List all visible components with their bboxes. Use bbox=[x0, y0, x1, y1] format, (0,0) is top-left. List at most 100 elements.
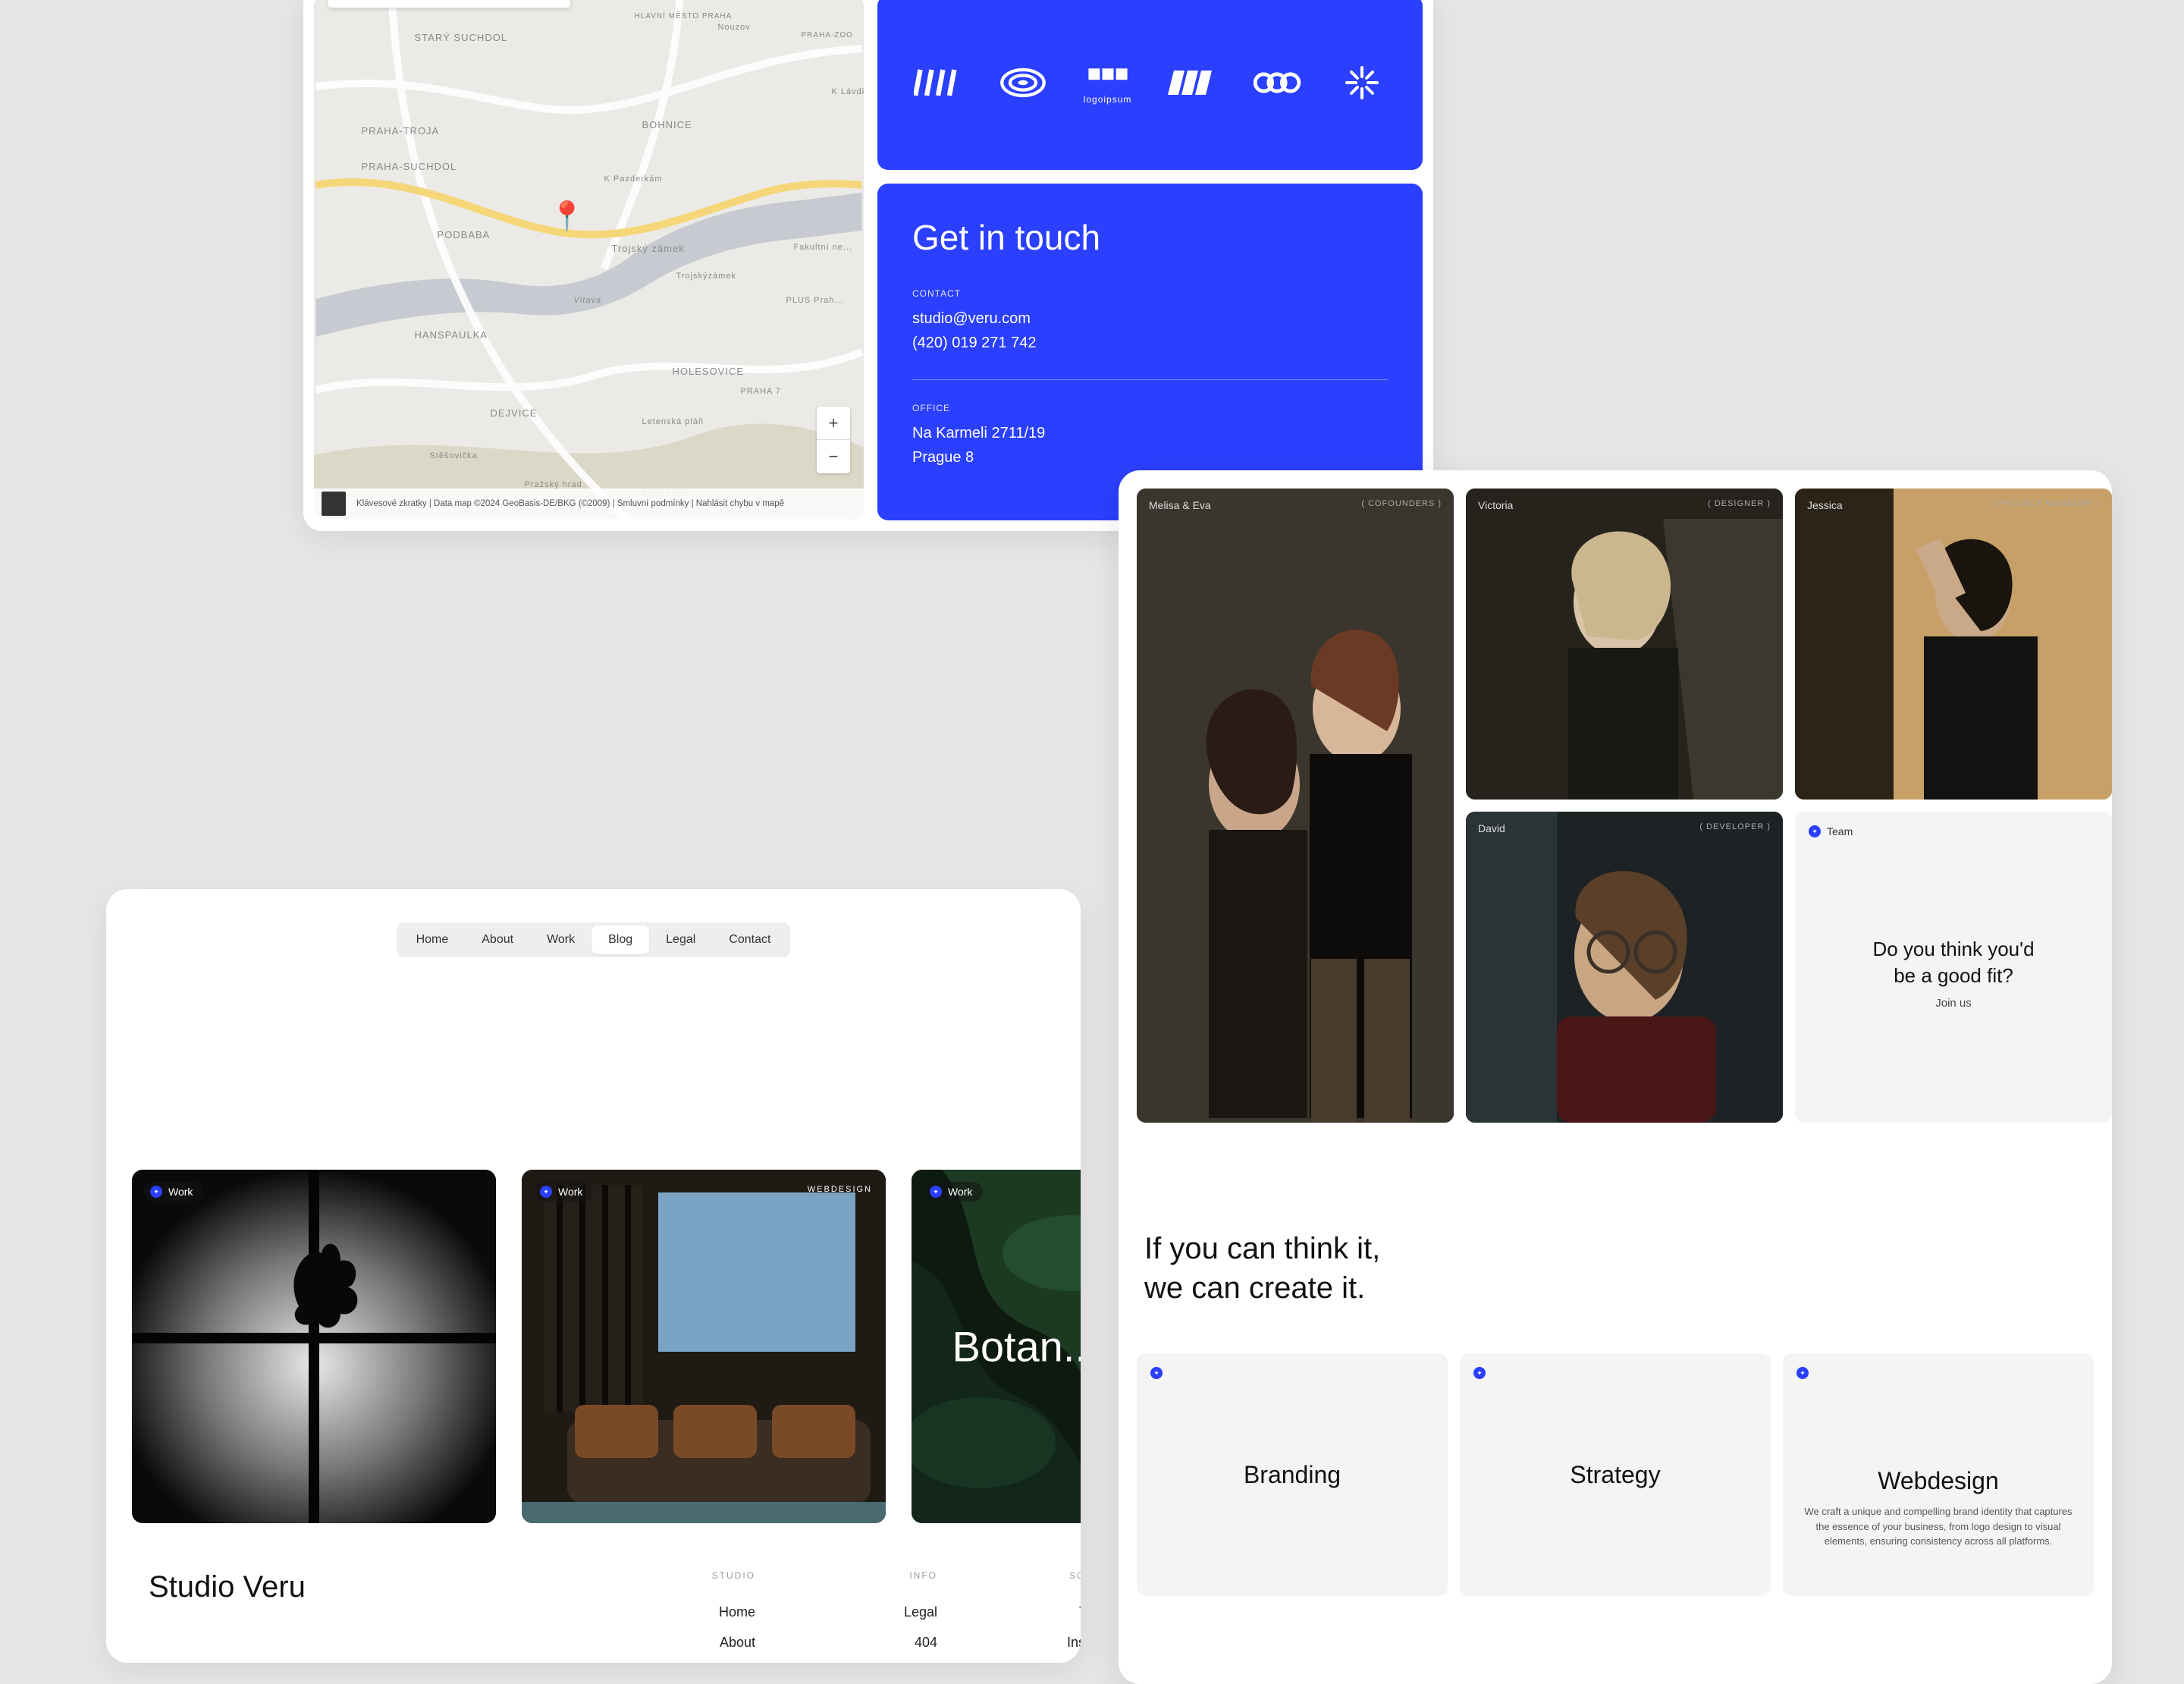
work-card[interactable]: Work bbox=[132, 1170, 496, 1523]
svg-text:PRAHA-TROJA: PRAHA-TROJA bbox=[362, 125, 440, 137]
work-card[interactable]: Work WEBDESIGN bbox=[522, 1170, 886, 1523]
zoom-out-button[interactable]: − bbox=[817, 440, 850, 473]
svg-text:PRAHA-SUCHDOL: PRAHA-SUCHDOL bbox=[362, 161, 457, 172]
nav-home[interactable]: Home bbox=[400, 925, 466, 954]
works-row: Work Work WEBDESIGN Work Botan... bbox=[106, 957, 1081, 1523]
service-title: Webdesign bbox=[1878, 1467, 1999, 1495]
footer-head-info: INFO bbox=[786, 1570, 937, 1581]
work-pill: Work bbox=[144, 1182, 203, 1202]
contact-phone[interactable]: (420) 019 271 742 bbox=[912, 331, 1388, 355]
footer-link[interactable]: Legal bbox=[786, 1598, 937, 1628]
footer-link[interactable]: 404 bbox=[786, 1628, 937, 1658]
map-address-card: 4C93+M3H Praha Trasa Zobrazit větší mapu bbox=[328, 0, 570, 8]
zoom-in-button[interactable]: + bbox=[817, 407, 850, 440]
member-role: ( COFOUNDERS ) bbox=[1361, 499, 1442, 508]
member-role: ( DESIGNER ) bbox=[1708, 499, 1771, 508]
team-member[interactable]: Jessica ( PROJECT MANAGER ) bbox=[1795, 489, 2112, 800]
work-pill: Work bbox=[534, 1182, 593, 1202]
svg-text:Trojskýzámek: Trojskýzámek bbox=[676, 272, 736, 281]
office-head: OFFICE bbox=[912, 403, 1388, 413]
team-pill: Team bbox=[1809, 825, 1853, 837]
nav-work[interactable]: Work bbox=[530, 925, 592, 954]
svg-text:STARÝ SUCHDOL: STARÝ SUCHDOL bbox=[415, 32, 508, 43]
svg-text:K Lávdi: K Lávdi bbox=[832, 87, 864, 96]
member-name: Victoria bbox=[1478, 499, 1513, 511]
nav-legal[interactable]: Legal bbox=[649, 925, 712, 954]
svg-text:Trojský zámek: Trojský zámek bbox=[612, 243, 685, 254]
star-icon bbox=[150, 1186, 162, 1198]
footer-link[interactable]: About bbox=[604, 1628, 755, 1658]
map-attribution: Klávesové zkratky | Data map ©2024 GeoBa… bbox=[314, 489, 864, 519]
footer-link[interactable]: Twitter bbox=[968, 1598, 1081, 1628]
svg-text:Vltava: Vltava bbox=[574, 296, 602, 305]
nav-blog[interactable]: Blog bbox=[592, 925, 649, 954]
join-card[interactable]: Team Do you think you'dbe a good fit? Jo… bbox=[1795, 812, 2112, 1123]
work-pill: Work bbox=[924, 1182, 983, 1202]
contact-column: logoipsum Get in touch CONTACT studio@ve… bbox=[877, 0, 1423, 520]
join-cta[interactable]: Join us bbox=[1872, 997, 2034, 1010]
partner-logos: logoipsum bbox=[877, 0, 1423, 170]
service-strategy[interactable]: Strategy bbox=[1460, 1353, 1771, 1596]
svg-text:HOLESOVICE: HOLESOVICE bbox=[673, 366, 745, 377]
svg-text:PODBABA: PODBABA bbox=[438, 229, 491, 240]
logo-icon: logoipsum bbox=[1084, 61, 1132, 105]
brand-name: Studio Veru bbox=[149, 1570, 573, 1657]
work-tag: WEBDESIGN bbox=[808, 1185, 872, 1194]
office-street: Na Karmeli 2711/19 bbox=[912, 421, 1388, 445]
map-pin-icon: 📍 bbox=[549, 200, 585, 234]
divider bbox=[912, 379, 1388, 380]
nav-contact[interactable]: Contact bbox=[712, 925, 787, 954]
svg-text:K Pazderkám: K Pazderkám bbox=[604, 174, 663, 184]
service-title: Strategy bbox=[1570, 1461, 1660, 1489]
logo-icon bbox=[1168, 66, 1216, 99]
member-role: ( DEVELOPER ) bbox=[1699, 822, 1771, 831]
logo-icon bbox=[1338, 66, 1386, 99]
service-webdesign[interactable]: Webdesign We craft a unique and compelli… bbox=[1783, 1353, 2094, 1596]
star-icon bbox=[540, 1186, 552, 1198]
service-desc: We craft a unique and compelling brand i… bbox=[1804, 1504, 2073, 1549]
contact-title: Get in touch bbox=[912, 217, 1388, 258]
member-name: David bbox=[1478, 822, 1505, 834]
svg-text:HANSPAULKA: HANSPAULKA bbox=[415, 329, 488, 341]
contact-card: STARÝ SUCHDOL PRAHA-SUCHDOL Nouzov PRAHA… bbox=[303, 0, 1433, 531]
star-icon bbox=[1809, 825, 1821, 837]
star-icon bbox=[1796, 1367, 1809, 1379]
logo-icon bbox=[1253, 66, 1301, 99]
star-icon bbox=[1473, 1367, 1486, 1379]
svg-text:DEJVICE: DEJVICE bbox=[491, 407, 538, 419]
footer-head-studio: STUDIO bbox=[604, 1570, 755, 1581]
svg-text:Nouzov: Nouzov bbox=[718, 23, 751, 32]
member-role: ( PROJECT MANAGER ) bbox=[1992, 499, 2100, 508]
member-name: Melisa & Eva bbox=[1149, 499, 1211, 511]
footer-link[interactable]: Home bbox=[604, 1598, 755, 1628]
footer: Studio Veru STUDIO Home About INFO Legal… bbox=[106, 1523, 1081, 1657]
team-card: Melisa & Eva ( COFOUNDERS ) Victoria ( D… bbox=[1119, 470, 2112, 1684]
contact-email[interactable]: studio@veru.com bbox=[912, 306, 1388, 331]
svg-text:BOHNICE: BOHNICE bbox=[642, 119, 692, 130]
svg-text:HLAVNÍ MĚSTO PRAHA: HLAVNÍ MĚSTO PRAHA bbox=[635, 11, 733, 20]
map-tiles: STARÝ SUCHDOL PRAHA-SUCHDOL Nouzov PRAHA… bbox=[314, 0, 864, 519]
map[interactable]: STARÝ SUCHDOL PRAHA-SUCHDOL Nouzov PRAHA… bbox=[314, 0, 864, 519]
work-card[interactable]: Work Botan... bbox=[912, 1170, 1081, 1523]
team-member[interactable]: Melisa & Eva ( COFOUNDERS ) bbox=[1137, 489, 1454, 1123]
svg-text:PRAHA 7: PRAHA 7 bbox=[741, 387, 781, 396]
logo-icon bbox=[914, 66, 962, 99]
services: Branding Strategy Webdesign We craft a u… bbox=[1137, 1353, 2094, 1596]
svg-text:Letenská pláň: Letenská pláň bbox=[642, 417, 704, 426]
contact-head: CONTACT bbox=[912, 288, 1388, 299]
team-grid: Melisa & Eva ( COFOUNDERS ) Victoria ( D… bbox=[1137, 489, 2094, 1123]
team-member[interactable]: David ( DEVELOPER ) bbox=[1466, 812, 1783, 1123]
service-branding[interactable]: Branding bbox=[1137, 1353, 1448, 1596]
svg-text:PLUS Prah...: PLUS Prah... bbox=[786, 296, 844, 305]
star-icon bbox=[930, 1186, 942, 1198]
footer-link[interactable]: Instagr... bbox=[968, 1628, 1081, 1658]
logo-icon bbox=[999, 66, 1047, 99]
footer-head-socials: SOCIALS bbox=[968, 1570, 1081, 1581]
main-nav: Home About Work Blog Legal Contact bbox=[397, 922, 791, 957]
tagline: If you can think it,we can create it. bbox=[1137, 1123, 2094, 1353]
office-city: Prague 8 bbox=[912, 445, 1388, 470]
nav-about[interactable]: About bbox=[465, 925, 530, 954]
join-title: Do you think you'dbe a good fit? bbox=[1872, 936, 2034, 989]
team-member[interactable]: Victoria ( DESIGNER ) bbox=[1466, 489, 1783, 800]
svg-text:Fakultní ne...: Fakultní ne... bbox=[794, 243, 853, 252]
